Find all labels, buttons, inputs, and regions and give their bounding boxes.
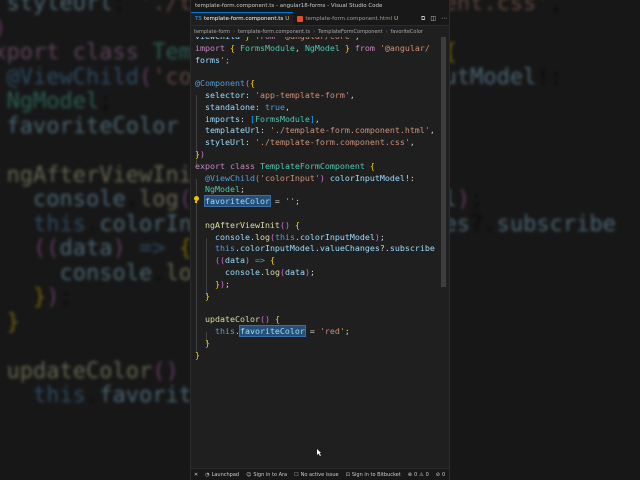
untracked-badge: U [285, 16, 290, 22]
chevron-right-icon: › [313, 28, 316, 35]
tab-template-form-ts[interactable]: TS template-form.component.ts U [191, 12, 294, 25]
code-line[interactable]: import { FormsModule, NgModel } from '@a… [195, 43, 430, 55]
code-line[interactable]: } [195, 338, 210, 350]
code-line[interactable]: }); [195, 279, 230, 291]
code-line[interactable]: } [195, 350, 200, 362]
typescript-icon: TS [195, 16, 203, 22]
sign-in-bitbucket-item[interactable]: ⊡ Sign in to Bitbucket [346, 472, 401, 478]
code-line[interactable]: NgModel; [195, 184, 245, 196]
more-actions-icon[interactable]: ⋯ [441, 15, 447, 22]
breadcrumb: template-form › template-form.component.… [191, 26, 449, 37]
selected-symbol: favoriteColor [204, 195, 271, 208]
code-line[interactable]: this.favoriteColor = 'red'; [195, 325, 350, 338]
code-line[interactable]: forms'; [195, 55, 230, 67]
code-line[interactable]: standalone: true, [195, 102, 290, 114]
window-title: template-form.component.ts - angular18-f… [191, 0, 449, 12]
tab-label: template-form.component.html [305, 15, 393, 22]
selected-symbol: favoriteColor [238, 325, 306, 337]
remote-indicator[interactable]: ✕ [194, 472, 198, 478]
code-line[interactable]: @Component({ [195, 78, 255, 90]
code-line[interactable]: } [195, 291, 210, 303]
ports-item[interactable]: ⊘ 0 [436, 472, 445, 478]
breadcrumb-file[interactable]: template-form.component.ts [238, 29, 310, 35]
breadcrumb-folder[interactable]: template-form [194, 29, 230, 35]
code-line[interactable]: updateColor() { [195, 314, 280, 326]
code-line[interactable]: console.log(this.colorInputModel); [195, 232, 385, 244]
chevron-right-icon: › [385, 28, 388, 35]
code-line[interactable]: this.colorInputModel.valueChanges?.subsc… [195, 243, 435, 255]
code-line[interactable]: }) [195, 149, 205, 161]
code-editor[interactable]: viewChild } from '@angular/core';import … [191, 37, 449, 467]
code-line[interactable]: selector: 'app-template-form', [195, 90, 355, 102]
code-line[interactable]: export class TemplateFormComponent { [195, 161, 375, 173]
editor-tabs: TS template-form.component.ts U template… [191, 12, 449, 26]
tab-label: template-form.component.ts [204, 16, 284, 22]
compare-icon[interactable]: ⧉ [421, 15, 425, 23]
code-line[interactable]: imports: [FormsModule], [195, 114, 320, 126]
tab-template-form-html[interactable]: template-form.component.html U [293, 12, 402, 25]
vscode-window: template-form.component.ts - angular18-f… [190, 0, 450, 480]
code-line[interactable]: @ViewChild('colorInput') colorInputModel… [195, 173, 415, 185]
code-line[interactable]: ((data) => { [195, 255, 275, 267]
code-line[interactable]: favoriteColor = ''; [195, 195, 300, 208]
sign-in-azure-item[interactable]: ☺ Sign in to Ara [246, 472, 287, 478]
breadcrumb-class[interactable]: TemplateFormComponent [318, 29, 382, 35]
html-icon [297, 15, 304, 22]
active-issue-item[interactable]: ☐ No active issue [294, 472, 339, 478]
split-editor-icon[interactable]: ◫ [430, 15, 436, 22]
launchpad-item[interactable]: ◔ Launchpad [205, 472, 239, 478]
problems-item[interactable]: ⊗ 0 ⚠ 0 [408, 472, 429, 478]
mouse-cursor-icon [317, 441, 321, 456]
code-line[interactable]: styleUrl: './template-form.component.css… [195, 137, 415, 149]
code-line[interactable]: templateUrl: './template-form.component.… [195, 125, 435, 137]
editor-actions: ⧉ ◫ ⋯ [421, 12, 449, 25]
breadcrumb-symbol[interactable]: favoriteColor [391, 29, 423, 35]
chevron-right-icon: › [233, 28, 236, 35]
scrollbar-thumb[interactable] [441, 37, 446, 287]
code-line[interactable]: ngAfterViewInit() { [195, 220, 300, 232]
code-line[interactable]: console.log(data); [195, 267, 315, 279]
untracked-badge: U [394, 15, 399, 22]
status-bar: ✕ ◔ Launchpad ☺ Sign in to Ara ☐ No acti… [191, 468, 449, 480]
